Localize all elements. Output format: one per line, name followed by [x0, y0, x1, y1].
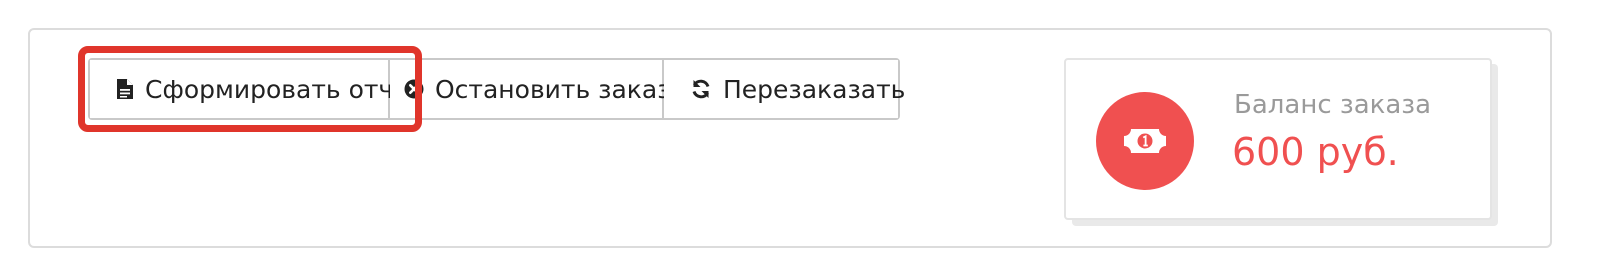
generate-report-label: Сформировать отчет — [145, 74, 424, 104]
generate-report-button[interactable]: Сформировать отчет — [90, 60, 423, 118]
file-text-icon — [116, 77, 134, 101]
order-actions-toolbar: Сформировать отчет Остановить заказ Пере… — [88, 58, 905, 120]
money-bill-icon — [1096, 92, 1194, 190]
reorder-label: Перезаказать — [723, 74, 906, 104]
reorder-button[interactable]: Перезаказать — [664, 60, 905, 118]
order-balance-card: Баланс заказа 600 руб. — [1064, 58, 1492, 220]
balance-value: 600 руб. — [1232, 130, 1399, 174]
circle-x-icon — [404, 77, 424, 101]
stop-order-label: Остановить заказ — [435, 74, 671, 104]
balance-label: Баланс заказа — [1234, 90, 1432, 120]
refresh-icon — [690, 77, 712, 101]
stop-order-button[interactable]: Остановить заказ — [390, 60, 671, 118]
